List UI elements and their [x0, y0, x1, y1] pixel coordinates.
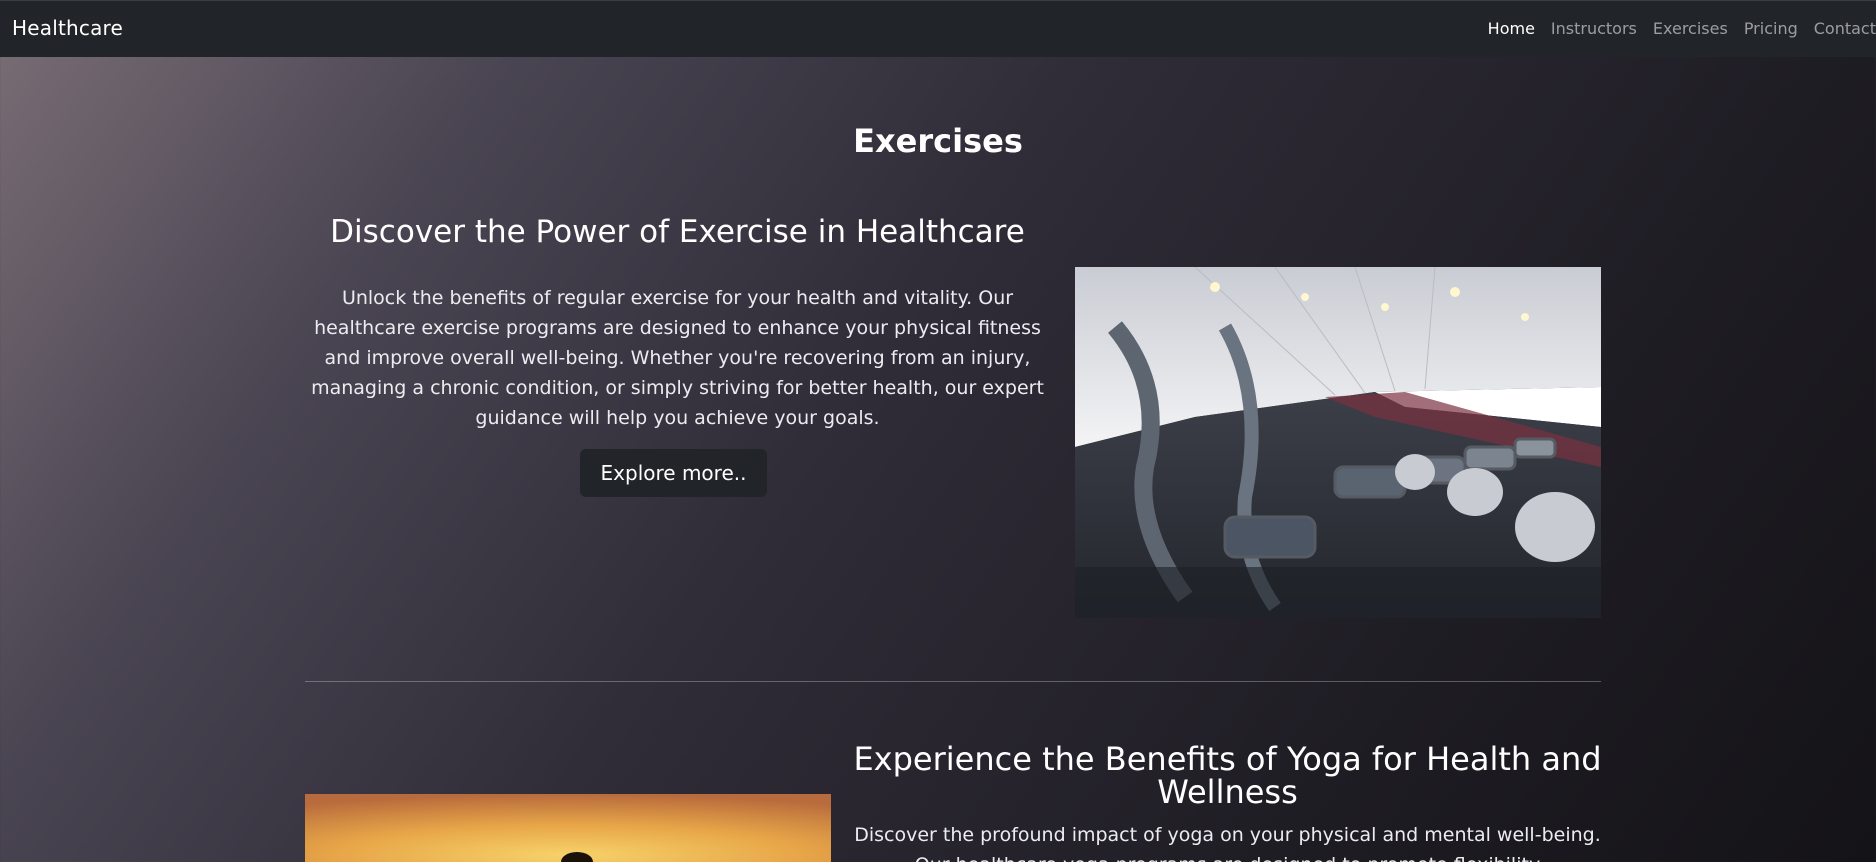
nav-link-home[interactable]: Home	[1488, 19, 1535, 38]
nav-link-exercises[interactable]: Exercises	[1653, 19, 1728, 38]
yoga-image	[305, 794, 831, 862]
gym-equipment-image	[1075, 267, 1601, 618]
page-title: Exercises	[853, 122, 1023, 160]
navbar: Healthcare Home Instructors Exercises Pr…	[0, 0, 1876, 57]
exercise-section-text: Unlock the benefits of regular exercise …	[311, 287, 1044, 429]
yoga-section-heading: Experience the Benefits of Yoga for Heal…	[853, 740, 1602, 811]
yoga-section-text: Discover the profound impact of yoga on …	[854, 824, 1601, 862]
section-divider	[305, 681, 1601, 682]
brand-link[interactable]: Healthcare	[12, 16, 123, 40]
yoga-image-art	[305, 794, 831, 862]
nav-link-pricing[interactable]: Pricing	[1744, 19, 1798, 38]
explore-more-button[interactable]: Explore more..	[580, 449, 767, 497]
nav-link-contact[interactable]: Contact	[1814, 19, 1876, 38]
nav-links: Home Instructors Exercises Pricing Conta…	[1488, 19, 1876, 38]
exercise-section-heading: Discover the Power of Exercise in Health…	[330, 214, 1025, 250]
nav-link-instructors[interactable]: Instructors	[1551, 19, 1637, 38]
gym-equipment-image-art	[1075, 267, 1601, 618]
